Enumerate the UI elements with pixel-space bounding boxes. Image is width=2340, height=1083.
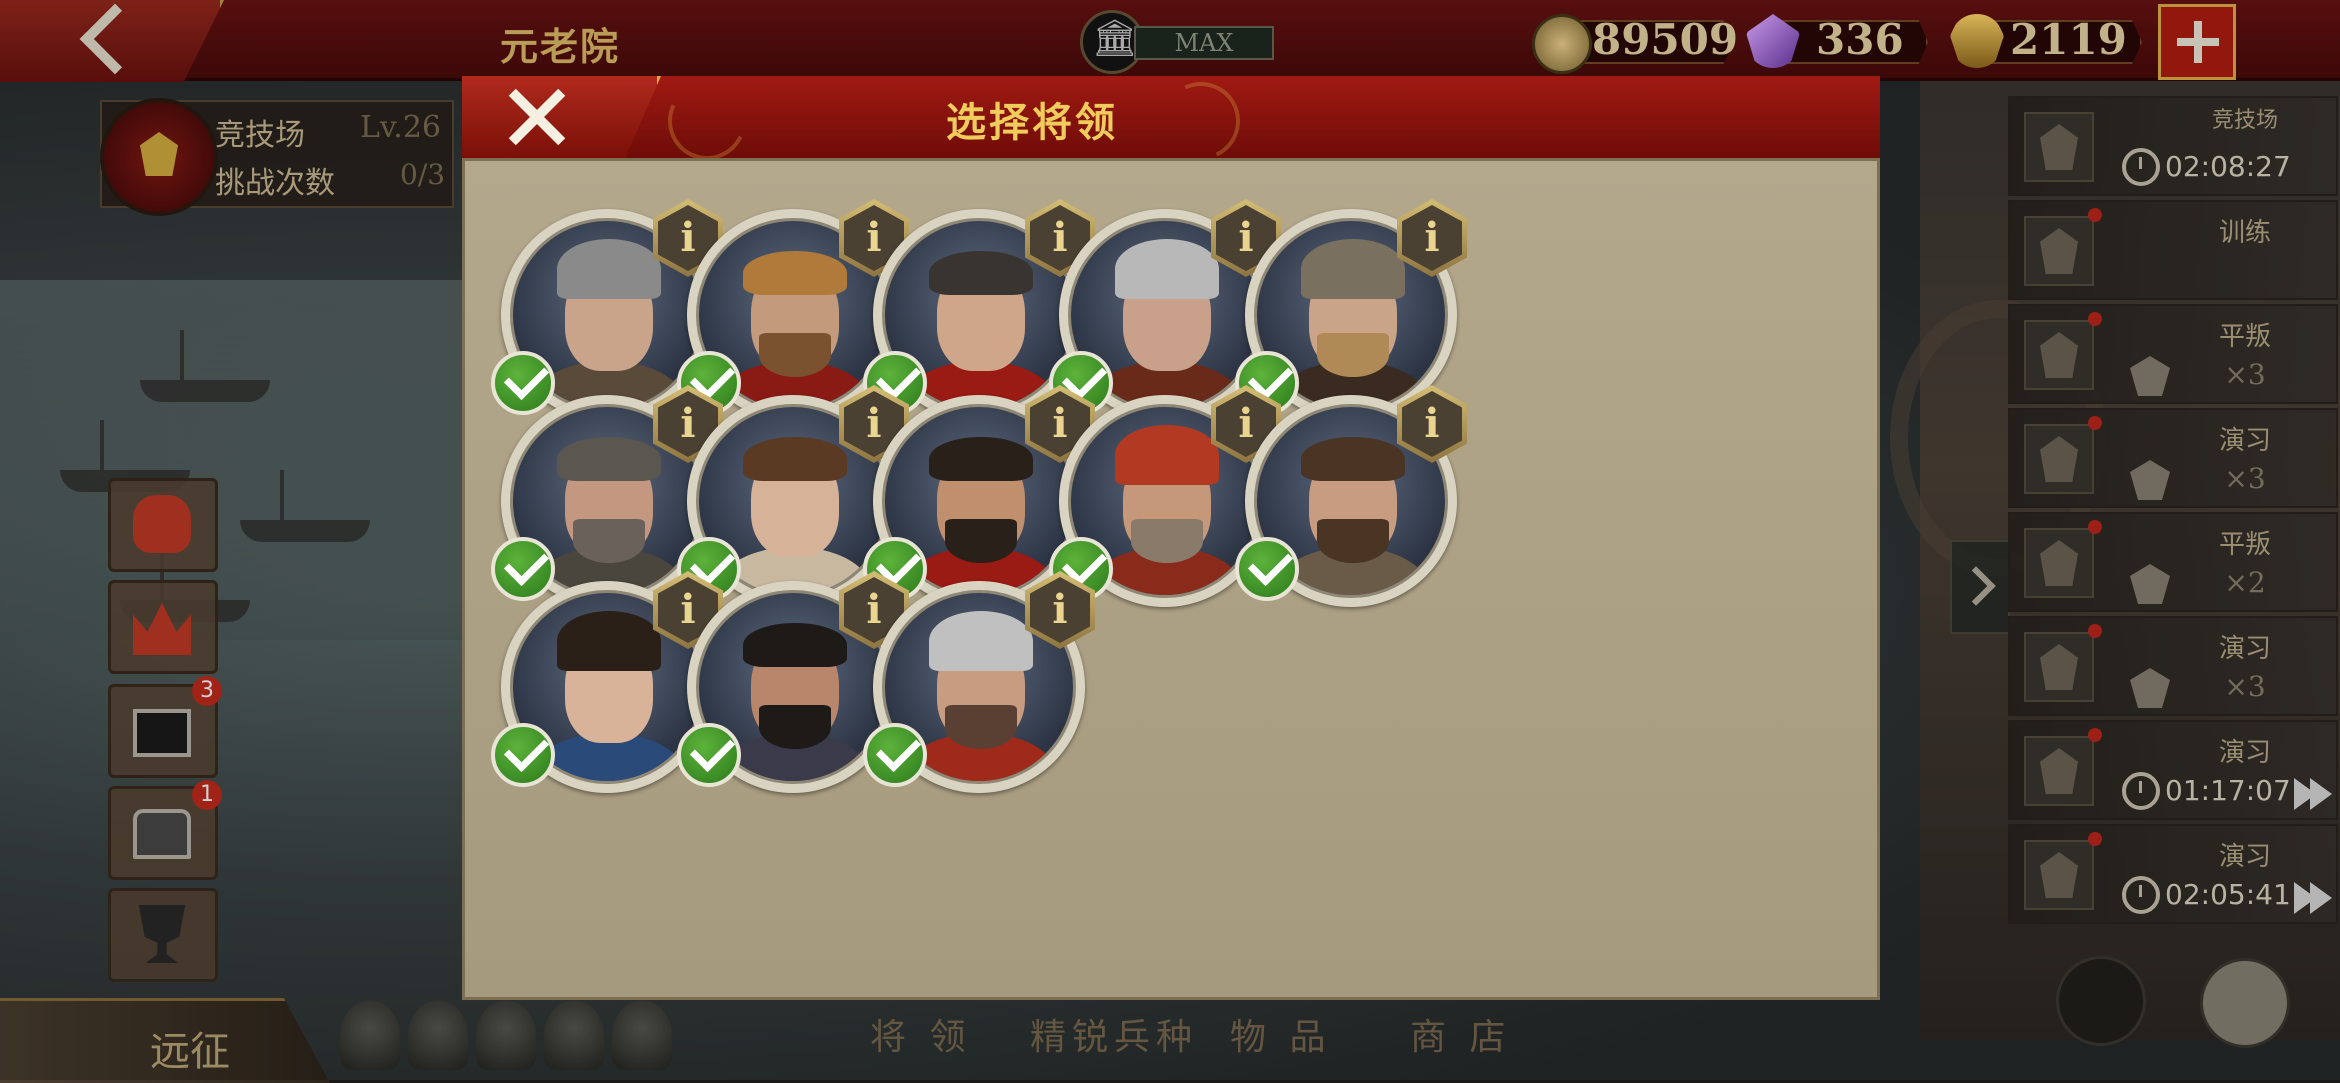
dialog-header: 选择将领 — [462, 71, 1880, 171]
close-icon[interactable] — [462, 76, 661, 158]
checkmark-icon — [1235, 537, 1299, 601]
coin-icon — [1532, 14, 1592, 74]
checkmark-icon — [863, 723, 927, 787]
dialog-title: 选择将领 — [946, 99, 1118, 146]
general-card[interactable]: i — [863, 571, 1095, 803]
info-label: i — [1402, 391, 1462, 457]
info-label: i — [1402, 205, 1462, 271]
laurel-icon — [657, 71, 757, 171]
select-general-dialog: 选择将领 iiiiiiiiiiiii — [462, 71, 1880, 1000]
checkmark-icon — [491, 723, 555, 787]
info-label: i — [1030, 577, 1090, 643]
generals-grid: iiiiiiiiiiiii — [462, 158, 1880, 1000]
general-card[interactable]: i — [1235, 385, 1467, 617]
checkmark-icon — [677, 723, 741, 787]
